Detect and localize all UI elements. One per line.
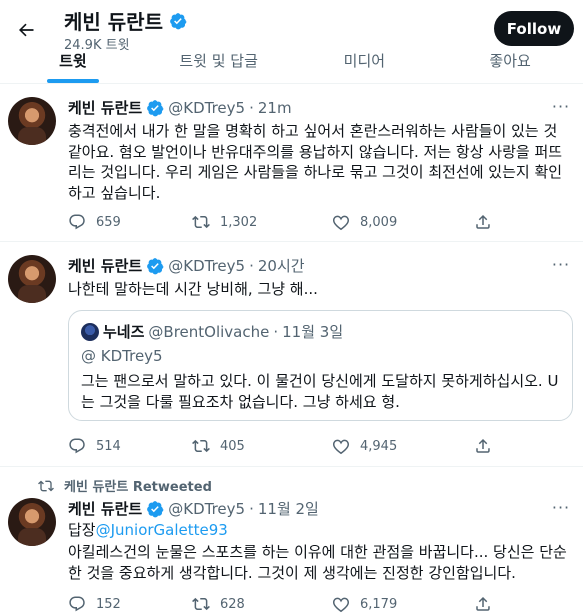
reply-button[interactable]: 659 <box>68 213 121 231</box>
tab-likes[interactable]: 좋아요 <box>437 46 583 83</box>
quoted-author-name: 누네즈 <box>103 323 145 341</box>
retweet-button[interactable]: 1,302 <box>192 213 257 231</box>
retweet-button[interactable]: 405 <box>192 437 245 455</box>
more-dots-icon[interactable]: ··· <box>549 498 573 518</box>
tab-label: 좋아요 <box>489 52 531 70</box>
reply-button[interactable]: 514 <box>68 437 121 455</box>
reply-icon <box>69 438 85 454</box>
heart-icon <box>332 597 350 613</box>
like-count: 8,009 <box>360 214 398 230</box>
like-button[interactable]: 6,179 <box>332 595 397 613</box>
retweet-count: 628 <box>220 596 245 612</box>
quoted-date: 11월 3일 <box>282 323 344 341</box>
reply-handle-link[interactable]: @JuniorGalette93 <box>96 521 228 539</box>
retweet-icon <box>192 215 210 229</box>
tab-underline <box>46 79 99 83</box>
share-button[interactable] <box>474 213 492 231</box>
quoted-author-handle: @BrentOlivache <box>148 322 270 341</box>
share-icon <box>476 214 490 229</box>
verified-badge-icon <box>170 12 187 29</box>
reply-count: 152 <box>96 596 121 612</box>
tab-media[interactable]: 미디어 <box>292 46 438 83</box>
share-icon <box>476 438 490 453</box>
tweet[interactable]: 케빈 듀란트 @KDTrey5 · 21m ··· 충격전에서 내가 한 말을 … <box>0 85 583 242</box>
page-title: 케빈 듀란트 <box>64 10 163 34</box>
tweet-actions: 152 628 6,179 <box>68 595 498 615</box>
quoted-text: 그는 팬으로서 말하고 있다. 이 물건이 당신에게 도달하지 못하게하십시오.… <box>81 372 559 411</box>
author-name[interactable]: 케빈 듀란트 <box>68 97 142 118</box>
tweet[interactable]: 케빈 듀란트 Retweeted 케빈 듀란트 @KDTrey5 · 11월 2… <box>0 468 583 616</box>
retweet-icon <box>38 480 54 491</box>
separator-dot: · <box>249 499 254 518</box>
tweet-text: 나한테 말하는데 시간 낭비해, 그냥 해... <box>68 280 318 298</box>
reply-button[interactable]: 152 <box>68 595 121 613</box>
author-handle[interactable]: @KDTrey5 <box>168 257 245 275</box>
separator-dot: · <box>249 98 254 117</box>
tweet-time[interactable]: 20시간 <box>258 255 305 276</box>
retweet-count: 405 <box>220 438 245 454</box>
share-button[interactable] <box>474 437 492 455</box>
retweet-icon <box>192 439 210 453</box>
tab-tweets[interactable]: 트윗 <box>0 46 146 83</box>
share-button[interactable] <box>474 595 492 613</box>
author-handle[interactable]: @KDTrey5 <box>168 99 245 117</box>
tab-label: 트윗 및 답글 <box>179 52 258 70</box>
retweet-count: 1,302 <box>220 214 258 230</box>
like-button[interactable]: 4,945 <box>332 437 397 455</box>
retweet-button[interactable]: 628 <box>192 595 245 613</box>
verified-badge-icon <box>147 257 164 274</box>
profile-tabs: 트윗 트윗 및 답글 미디어 좋아요 <box>0 46 583 84</box>
verified-badge-icon <box>147 500 164 517</box>
separator-dot: · <box>273 322 279 341</box>
author-name[interactable]: 케빈 듀란트 <box>68 498 142 519</box>
tab-label: 미디어 <box>343 52 386 70</box>
reply-count: 514 <box>96 438 121 454</box>
avatar[interactable] <box>8 97 56 145</box>
like-button[interactable]: 8,009 <box>332 213 397 231</box>
like-count: 6,179 <box>360 596 398 612</box>
tweet-actions: 659 1,302 8,009 <box>68 213 498 233</box>
reply-prefix: 답장 <box>68 521 96 539</box>
reply-context: 답장@JuniorGalette93 <box>68 520 573 541</box>
more-dots-icon[interactable]: ··· <box>549 255 573 275</box>
retweet-icon <box>192 597 210 611</box>
heart-icon <box>332 439 350 455</box>
reply-icon <box>69 596 85 612</box>
tweet-time[interactable]: 21m <box>258 99 292 117</box>
avatar[interactable] <box>8 498 56 546</box>
back-arrow-icon <box>19 23 34 37</box>
reply-count: 659 <box>96 214 121 230</box>
separator-dot: · <box>249 256 254 275</box>
reply-icon <box>69 214 85 230</box>
tweet[interactable]: 케빈 듀란트 @KDTrey5 · 20시간 ··· 나한테 말하는데 시간 낭… <box>0 243 583 467</box>
back-button[interactable] <box>8 12 44 48</box>
tab-tweets-replies[interactable]: 트윗 및 답글 <box>146 46 292 83</box>
heart-icon <box>332 215 350 231</box>
follow-button[interactable]: Follow <box>494 11 574 46</box>
avatar[interactable] <box>8 255 56 303</box>
retweeted-indicator: 케빈 듀란트 Retweeted <box>38 476 212 495</box>
quoted-reply-to[interactable]: @ KDTrey5 <box>81 347 163 365</box>
author-name[interactable]: 케빈 듀란트 <box>68 255 142 276</box>
author-handle[interactable]: @KDTrey5 <box>168 500 245 518</box>
tweet-actions: 514 405 4,945 <box>68 437 498 457</box>
tweet-text: 충격전에서 내가 한 말을 명확히 하고 싶어서 혼란스러워하는 사람들이 있는… <box>68 122 563 202</box>
share-icon <box>476 596 490 611</box>
more-dots-icon[interactable]: ··· <box>549 97 573 117</box>
tweet-text: 아킬레스건의 눈물은 스포츠를 하는 이유에 대한 관점을 바꿉니다... 당신… <box>68 543 567 582</box>
retweeted-by[interactable]: 케빈 듀란트 Retweeted <box>64 476 212 495</box>
like-count: 4,945 <box>360 438 398 454</box>
quoted-tweet[interactable]: 누네즈 @BrentOlivache · 11월 3일 @ KDTrey5 그는… <box>68 310 573 421</box>
tab-label: 트윗 <box>59 52 87 70</box>
tweet-time[interactable]: 11월 2일 <box>258 498 319 519</box>
verified-badge-icon <box>147 99 164 116</box>
quoted-avatar[interactable] <box>81 322 99 341</box>
